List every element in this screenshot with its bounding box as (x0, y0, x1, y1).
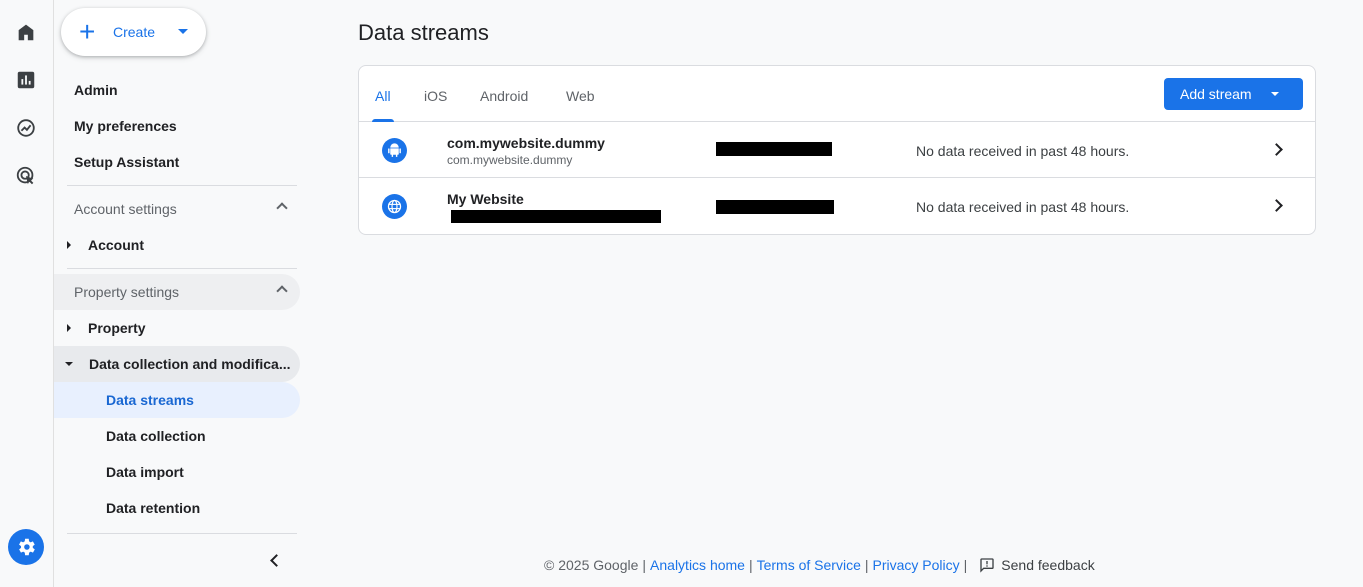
nav-divider (67, 268, 297, 269)
nav-item-account[interactable]: Account (54, 227, 144, 263)
stream-status: No data received in past 48 hours. (916, 143, 1130, 159)
tab-ios[interactable]: iOS (424, 88, 447, 122)
page-title: Data streams (358, 20, 489, 45)
home-icon[interactable] (14, 20, 38, 44)
stream-name: com.mywebsite.dummy (447, 135, 605, 151)
nav-divider (67, 185, 297, 186)
stream-status: No data received in past 48 hours. (916, 199, 1130, 215)
terms-of-service-link[interactable]: Terms of Service (757, 557, 861, 573)
chevron-right-icon[interactable] (1270, 143, 1283, 156)
property-settings-header[interactable]: Property settings (54, 274, 300, 310)
nav-item-admin[interactable]: Admin (54, 72, 294, 108)
android-icon (382, 138, 407, 163)
chevron-left-icon (269, 553, 283, 567)
page-footer: © 2025 Google | Analytics home | Terms o… (544, 557, 1095, 573)
collapse-arrow-icon (65, 362, 73, 366)
chevron-up-icon (276, 202, 288, 214)
create-button[interactable]: + Create (61, 8, 206, 56)
nav-item-data-collection[interactable]: Data collection (54, 418, 300, 454)
plus-icon: + (79, 16, 96, 47)
add-stream-button[interactable]: Add stream (1164, 78, 1303, 110)
advertising-icon[interactable] (14, 164, 38, 188)
analytics-home-link[interactable]: Analytics home (650, 557, 745, 573)
tab-all[interactable]: All (372, 88, 394, 122)
left-rail (0, 0, 54, 587)
caret-down-icon (1271, 92, 1279, 96)
web-globe-icon (382, 194, 407, 219)
collapse-nav-button[interactable] (260, 546, 288, 574)
nav-item-data-import[interactable]: Data import (54, 454, 300, 490)
redacted-stream-id (716, 200, 834, 214)
account-settings-header[interactable]: Account settings (54, 191, 300, 227)
nav-item-data-streams[interactable]: Data streams (54, 382, 300, 418)
admin-nav-panel: + Create Admin My preferences Setup Assi… (54, 0, 306, 587)
privacy-policy-link[interactable]: Privacy Policy (873, 557, 960, 573)
expand-arrow-icon (67, 324, 71, 332)
copyright-text: © 2025 Google (544, 557, 639, 573)
nav-item-data-collection-modification[interactable]: Data collection and modifica... (54, 346, 300, 382)
stream-package-id: com.mywebsite.dummy (447, 153, 573, 167)
redacted-stream-url (451, 210, 661, 223)
nav-item-setup-assistant[interactable]: Setup Assistant (54, 144, 294, 180)
admin-gear-icon[interactable] (8, 529, 44, 565)
feedback-icon[interactable] (979, 557, 995, 573)
tab-web[interactable]: Web (566, 88, 595, 122)
explore-icon[interactable] (14, 116, 38, 140)
stream-name: My Website (447, 191, 524, 207)
chevron-right-icon[interactable] (1270, 199, 1283, 212)
nav-item-data-retention[interactable]: Data retention (54, 490, 300, 526)
tab-android[interactable]: Android (480, 88, 528, 122)
redacted-stream-id (716, 142, 832, 156)
expand-arrow-icon (67, 241, 71, 249)
stream-tabs: All iOS Android Web Add stream (359, 66, 1315, 122)
chevron-up-icon (276, 285, 288, 297)
data-streams-card: All iOS Android Web Add stream com.myweb… (358, 65, 1316, 235)
stream-row[interactable]: com.mywebsite.dummy com.mywebsite.dummy … (359, 122, 1315, 178)
nav-item-my-preferences[interactable]: My preferences (54, 108, 294, 144)
nav-divider (67, 533, 297, 534)
caret-down-icon (178, 29, 188, 34)
stream-row[interactable]: My Website No data received in past 48 h… (359, 178, 1315, 234)
nav-item-property[interactable]: Property (54, 310, 146, 346)
send-feedback-link[interactable]: Send feedback (1001, 557, 1094, 573)
reports-icon[interactable] (14, 68, 38, 92)
